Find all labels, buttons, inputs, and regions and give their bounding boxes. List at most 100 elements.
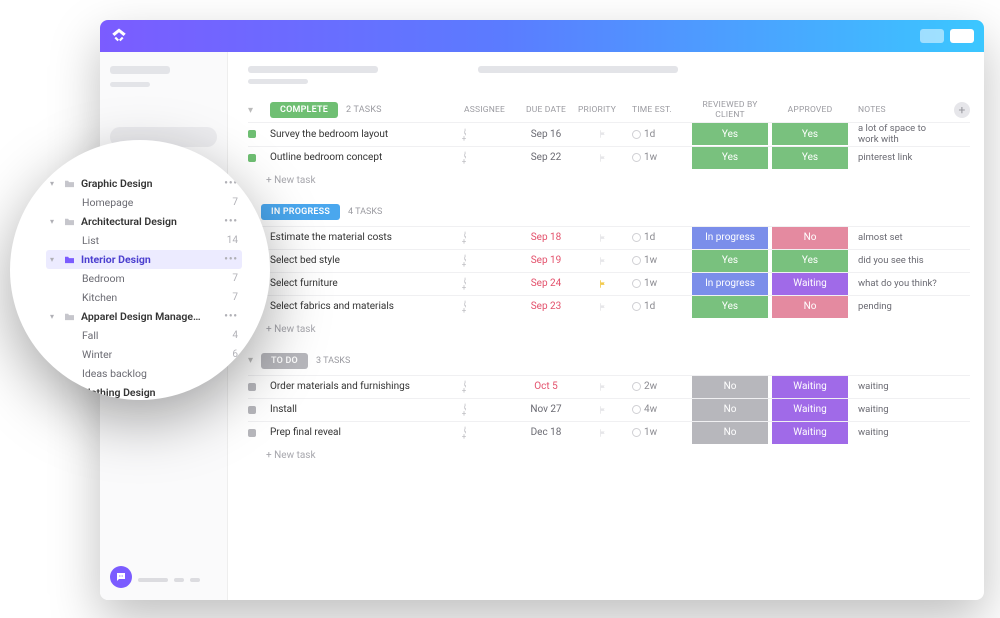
assignee-add-icon[interactable] [464, 128, 466, 141]
chevron-down-icon[interactable]: ▾ [248, 355, 253, 366]
reviewed-cell[interactable]: Yes [692, 147, 768, 169]
due-date[interactable]: Dec 18 [518, 427, 574, 438]
due-date[interactable]: Sep 23 [518, 301, 574, 312]
task-status-dot[interactable] [248, 130, 256, 138]
task-row[interactable]: Estimate the material costs Sep 18 1d In… [248, 226, 970, 249]
task-name[interactable]: Estimate the material costs [270, 232, 460, 243]
time-estimate[interactable]: 1d [632, 301, 688, 312]
notes-cell[interactable]: pending [852, 301, 948, 312]
section-status-chip[interactable]: TO DO [261, 353, 308, 369]
sidebar-list-item[interactable]: Bedroom 7 [46, 269, 242, 288]
chat-icon[interactable] [110, 566, 132, 588]
due-date[interactable]: Sep 16 [518, 129, 574, 140]
task-status-dot[interactable] [248, 406, 256, 414]
assignee-add-icon[interactable] [464, 254, 466, 267]
time-estimate[interactable]: 1w [632, 427, 688, 438]
task-name[interactable]: Select fabrics and materials [270, 301, 460, 312]
task-name[interactable]: Order materials and furnishings [270, 381, 460, 392]
assignee-add-icon[interactable] [464, 151, 466, 164]
approved-cell[interactable]: Waiting [772, 422, 848, 444]
task-row[interactable]: Install Nov 27 4w No Waiting waiting [248, 398, 970, 421]
chevron-down-icon[interactable]: ▾ [248, 105, 266, 116]
reviewed-cell[interactable]: No [692, 376, 768, 398]
sidebar-folder[interactable]: ▾Apparel Design Manage… ••• [46, 307, 242, 326]
window-control-2[interactable] [950, 29, 974, 43]
time-estimate[interactable]: 1d [632, 232, 688, 243]
priority-flag-icon[interactable] [598, 382, 608, 392]
task-status-dot[interactable] [248, 154, 256, 162]
assignee-add-icon[interactable] [464, 426, 466, 439]
approved-cell[interactable]: Yes [772, 123, 848, 145]
due-date[interactable]: Sep 18 [518, 232, 574, 243]
due-date[interactable]: Nov 27 [518, 404, 574, 415]
assignee-add-icon[interactable] [464, 277, 466, 290]
task-name[interactable]: Install [270, 404, 460, 415]
approved-cell[interactable]: Waiting [772, 399, 848, 421]
notes-cell[interactable]: a lot of space to work with [852, 123, 948, 146]
sidebar-list-item[interactable]: List 14 [46, 231, 242, 250]
sidebar-list-item[interactable]: Fall 4 [46, 326, 242, 345]
task-row[interactable]: Prep final reveal Dec 18 1w No Waiting w… [248, 421, 970, 444]
notes-cell[interactable]: what do you think? [852, 278, 948, 289]
time-estimate[interactable]: 1w [632, 152, 688, 163]
priority-flag-icon[interactable] [598, 256, 608, 266]
task-status-dot[interactable] [248, 429, 256, 437]
new-task-button[interactable]: + New task [248, 444, 970, 461]
task-name[interactable]: Outline bedroom concept [270, 152, 460, 163]
more-icon[interactable]: ••• [224, 311, 238, 322]
priority-flag-icon[interactable] [598, 279, 608, 289]
approved-cell[interactable]: Yes [772, 250, 848, 272]
task-status-dot[interactable] [248, 383, 256, 391]
due-date[interactable]: Oct 5 [518, 381, 574, 392]
priority-flag-icon[interactable] [598, 302, 608, 312]
task-row[interactable]: Outline bedroom concept Sep 22 1w Yes Ye… [248, 146, 970, 169]
task-name[interactable]: Select bed style [270, 255, 460, 266]
new-task-button[interactable]: + New task [248, 169, 970, 186]
reviewed-cell[interactable]: In progress [692, 273, 768, 295]
assignee-add-icon[interactable] [464, 403, 466, 416]
new-task-button[interactable]: + New task [248, 318, 970, 335]
notes-cell[interactable]: waiting [852, 381, 948, 392]
sidebar-list-item[interactable]: Homepage 7 [46, 193, 242, 212]
reviewed-cell[interactable]: In progress [692, 227, 768, 249]
sidebar-folder[interactable]: ▾Architectural Design ••• [46, 212, 242, 231]
reviewed-cell[interactable]: No [692, 399, 768, 421]
due-date[interactable]: Sep 24 [518, 278, 574, 289]
due-date[interactable]: Sep 22 [518, 152, 574, 163]
time-estimate[interactable]: 1d [632, 129, 688, 140]
time-estimate[interactable]: 2w [632, 381, 688, 392]
assignee-add-icon[interactable] [464, 380, 466, 393]
add-column-button[interactable]: + [954, 102, 970, 118]
section-status-chip[interactable]: IN PROGRESS [261, 204, 340, 220]
sidebar-folder[interactable]: ▾Interior Design ••• [46, 250, 242, 269]
sidebar-list-item[interactable]: Kitchen 7 [46, 288, 242, 307]
sidebar-folder[interactable]: ▾Graphic Design ••• [46, 174, 242, 193]
task-row[interactable]: Select fabrics and materials Sep 23 1d Y… [248, 295, 970, 318]
approved-cell[interactable]: Yes [772, 147, 848, 169]
notes-cell[interactable]: almost set [852, 232, 948, 243]
notes-cell[interactable]: did you see this [852, 255, 948, 266]
task-row[interactable]: Order materials and furnishings Oct 5 2w… [248, 375, 970, 398]
notes-cell[interactable]: pinterest link [852, 152, 948, 163]
reviewed-cell[interactable]: Yes [692, 250, 768, 272]
notes-cell[interactable]: waiting [852, 427, 948, 438]
task-row[interactable]: Survey the bedroom layout Sep 16 1d Yes … [248, 122, 970, 146]
time-estimate[interactable]: 1w [632, 278, 688, 289]
task-name[interactable]: Prep final reveal [270, 427, 460, 438]
reviewed-cell[interactable]: No [692, 422, 768, 444]
reviewed-cell[interactable]: Yes [692, 296, 768, 318]
time-estimate[interactable]: 4w [632, 404, 688, 415]
approved-cell[interactable]: No [772, 296, 848, 318]
section-status-chip[interactable]: COMPLETE [270, 102, 338, 118]
priority-flag-icon[interactable] [598, 233, 608, 243]
priority-flag-icon[interactable] [598, 153, 608, 163]
approved-cell[interactable]: No [772, 227, 848, 249]
task-name[interactable]: Survey the bedroom layout [270, 129, 460, 140]
sidebar-list-item[interactable]: Winter 6 [46, 345, 242, 364]
approved-cell[interactable]: Waiting [772, 273, 848, 295]
window-control-1[interactable] [920, 29, 944, 43]
task-name[interactable]: Select furniture [270, 278, 460, 289]
priority-flag-icon[interactable] [598, 129, 608, 139]
more-icon[interactable]: ••• [224, 216, 238, 227]
reviewed-cell[interactable]: Yes [692, 123, 768, 145]
